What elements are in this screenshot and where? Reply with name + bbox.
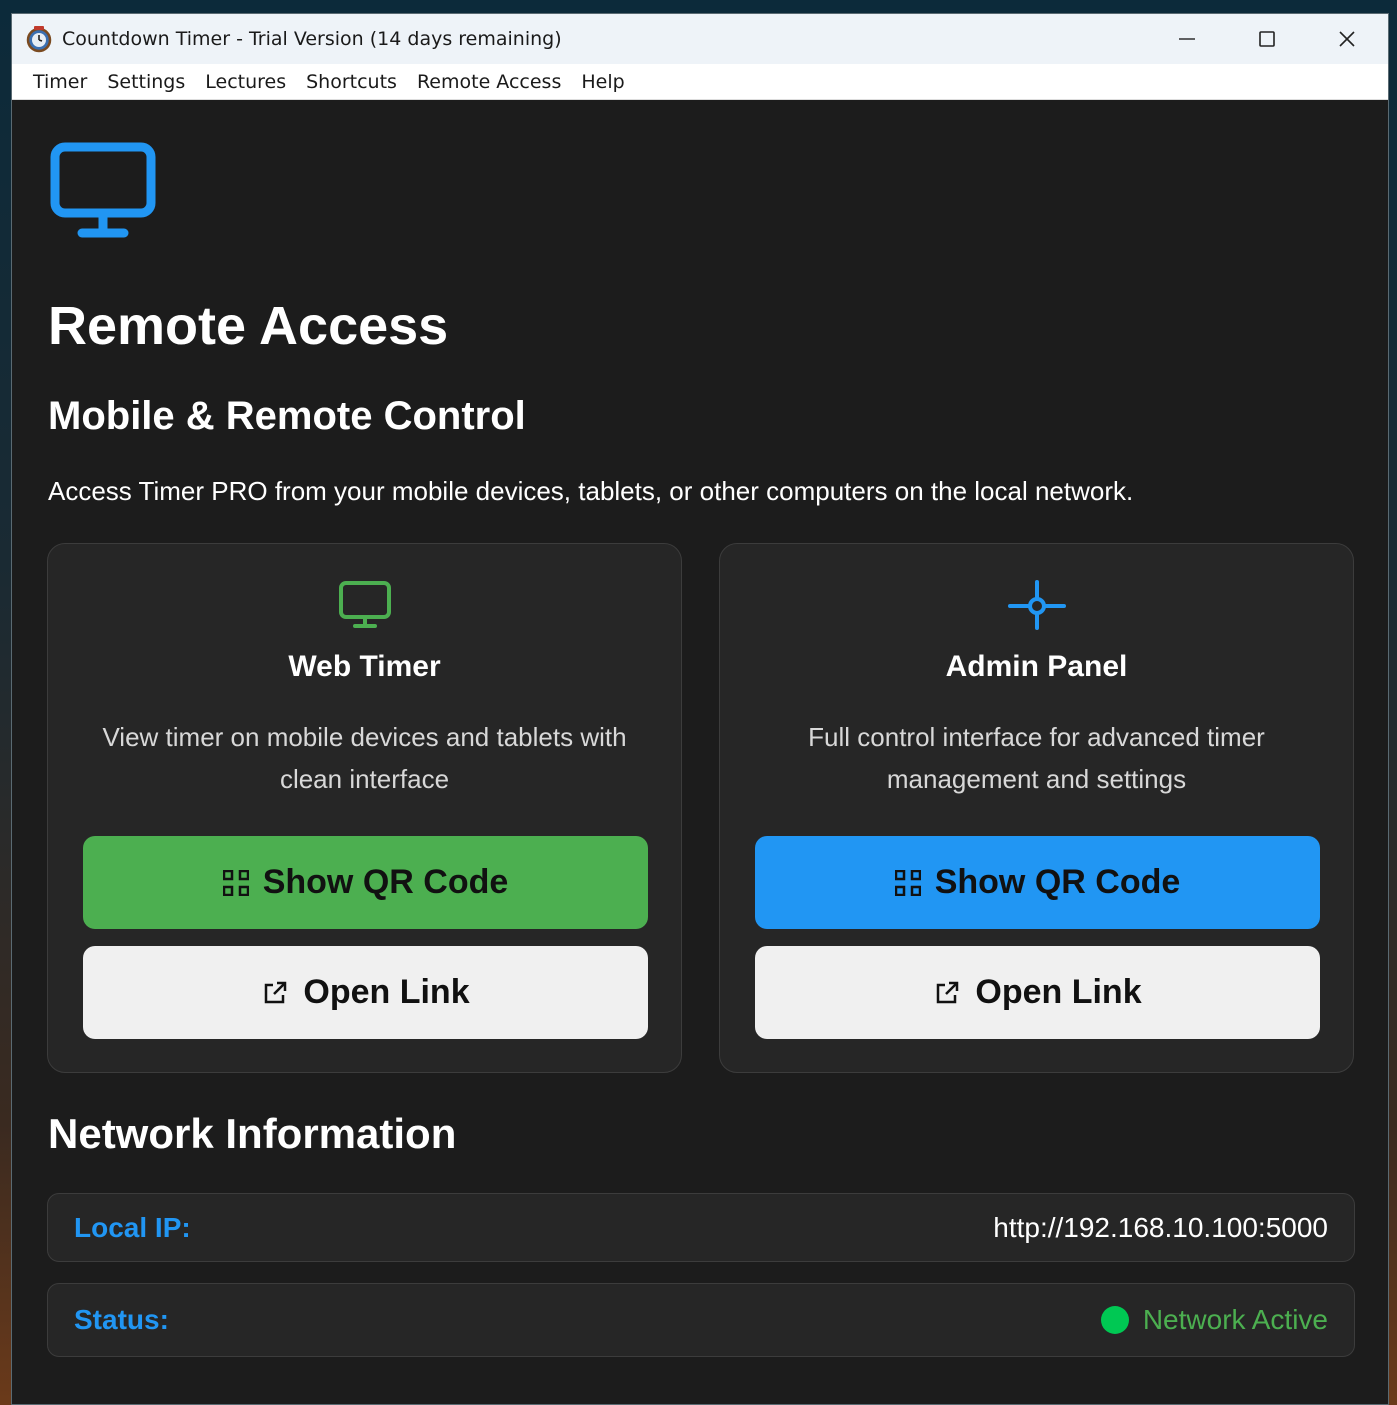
clock-app-icon — [25, 25, 53, 53]
menu-item-remote-access[interactable]: Remote Access — [407, 71, 571, 93]
page-subtitle: Mobile & Remote Control — [48, 394, 526, 438]
monitor-icon — [48, 580, 681, 630]
window-title: Countdown Timer - Trial Version (14 days… — [62, 28, 562, 50]
maximize-icon — [1259, 31, 1275, 47]
close-button[interactable] — [1307, 14, 1387, 64]
admin-panel-open-link-button[interactable]: Open Link — [755, 946, 1320, 1039]
button-label: Open Link — [975, 973, 1142, 1011]
status-row: Status: Network Active — [47, 1283, 1355, 1357]
app-window: Countdown Timer - Trial Version (14 days… — [11, 13, 1389, 1405]
card-description: View timer on mobile devices and tablets… — [102, 722, 627, 794]
button-label: Show QR Code — [262, 863, 509, 901]
status-label: Status: — [74, 1304, 169, 1335]
crosshair-icon — [720, 580, 1353, 630]
menu-item-lectures[interactable]: Lectures — [195, 71, 296, 93]
web-timer-card: Web Timer View timer on mobile devices a… — [47, 543, 682, 1073]
external-link-icon — [265, 981, 287, 1003]
status-dot-icon — [1100, 1306, 1129, 1334]
external-link-icon — [937, 981, 959, 1003]
local-ip-value: http://192.168.10.100:5000 — [993, 1211, 1328, 1243]
card-title: Admin Panel — [945, 650, 1128, 683]
minimize-button[interactable] — [1147, 14, 1227, 64]
menu-bar: Timer Settings Lectures Shortcuts Remote… — [12, 64, 1388, 100]
title-bar: Countdown Timer - Trial Version (14 days… — [12, 14, 1388, 64]
card-title: Web Timer — [288, 650, 441, 683]
button-label: Open Link — [303, 973, 470, 1011]
button-label: Show QR Code — [934, 863, 1181, 901]
page-description: Access Timer PRO from your mobile device… — [48, 476, 1134, 506]
menu-item-shortcuts[interactable]: Shortcuts — [296, 71, 407, 93]
maximize-button[interactable] — [1227, 14, 1307, 64]
web-timer-show-qr-button[interactable]: Show QR Code — [83, 836, 648, 929]
qr-code-icon — [222, 869, 249, 896]
local-ip-row: Local IP: http://192.168.10.100:5000 — [47, 1193, 1355, 1262]
close-icon — [1339, 31, 1355, 47]
card-description: Full control interface for advanced time… — [808, 722, 1265, 794]
network-info-heading: Network Information — [48, 1110, 457, 1157]
remote-access-page: Remote Access Mobile & Remote Control Ac… — [12, 100, 1388, 1404]
qr-code-icon — [894, 869, 921, 896]
admin-panel-card: Admin Panel Full control interface for a… — [719, 543, 1354, 1073]
monitor-icon — [50, 142, 158, 245]
admin-panel-show-qr-button[interactable]: Show QR Code — [755, 836, 1320, 929]
minimize-icon — [1179, 38, 1195, 40]
menu-item-settings[interactable]: Settings — [97, 71, 195, 93]
status-indicator: Network Active — [1100, 1304, 1328, 1336]
web-timer-open-link-button[interactable]: Open Link — [83, 946, 648, 1039]
menu-item-timer[interactable]: Timer — [23, 71, 97, 93]
menu-item-help[interactable]: Help — [571, 71, 634, 93]
status-value: Network Active — [1142, 1304, 1328, 1335]
local-ip-label: Local IP: — [74, 1211, 191, 1243]
page-title: Remote Access — [48, 296, 449, 356]
